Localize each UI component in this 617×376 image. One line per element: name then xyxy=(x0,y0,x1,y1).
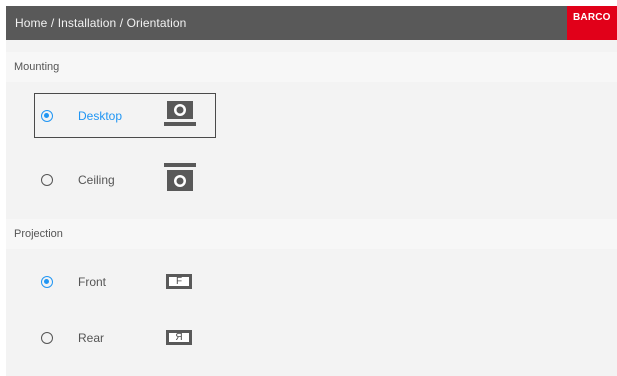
logo-text: BARCO xyxy=(573,12,611,23)
projector-desktop-icon xyxy=(164,101,196,126)
orientation-page: Home / Installation / Orientation BARCO … xyxy=(6,6,617,376)
breadcrumb[interactable]: Home / Installation / Orientation xyxy=(15,16,186,30)
projection-option-rear[interactable]: Rear Я xyxy=(6,320,617,356)
front-projection-icon: F xyxy=(166,274,192,289)
ceiling-label[interactable]: Ceiling xyxy=(78,173,115,187)
desktop-radio[interactable] xyxy=(41,110,53,122)
rear-label[interactable]: Rear xyxy=(78,331,104,345)
mounting-option-desktop[interactable]: Desktop xyxy=(6,93,617,138)
header-bar: Home / Installation / Orientation BARCO xyxy=(6,6,617,40)
mounting-section-header: Mounting xyxy=(6,52,617,82)
front-label[interactable]: Front xyxy=(78,275,106,289)
projection-option-front[interactable]: Front F xyxy=(6,264,617,300)
projector-ceiling-icon xyxy=(164,163,196,191)
ceiling-radio[interactable] xyxy=(41,174,53,186)
mounting-option-ceiling[interactable]: Ceiling xyxy=(6,157,617,202)
desktop-label[interactable]: Desktop xyxy=(78,109,122,123)
rear-projection-icon: Я xyxy=(166,330,192,345)
front-icon-glyph: F xyxy=(175,276,183,287)
mounting-section-title: Mounting xyxy=(14,61,60,73)
barco-logo: BARCO xyxy=(567,6,617,40)
projection-section-title: Projection xyxy=(14,228,63,240)
projection-section-header: Projection xyxy=(6,219,617,249)
rear-radio[interactable] xyxy=(41,332,53,344)
rear-icon-glyph: Я xyxy=(175,332,183,343)
front-radio[interactable] xyxy=(41,276,53,288)
